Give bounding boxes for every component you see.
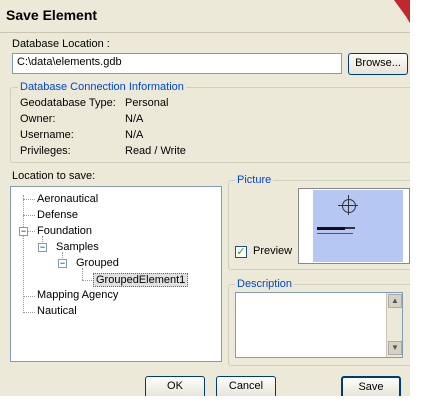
compass-rose-icon bbox=[342, 199, 356, 213]
tree-connector bbox=[23, 215, 35, 216]
geodatabase-type-value: Personal bbox=[125, 97, 169, 109]
tree-connector bbox=[82, 268, 83, 280]
tree-connector bbox=[28, 231, 35, 232]
tree-connector bbox=[23, 312, 35, 313]
scroll-down-icon[interactable]: ▼ bbox=[388, 341, 402, 355]
collapse-foundation-icon[interactable]: − bbox=[19, 227, 28, 236]
tree-node-defense[interactable]: Defense bbox=[37, 209, 78, 221]
tree-node-foundation[interactable]: Foundation bbox=[37, 225, 92, 237]
owner-label: Owner: bbox=[20, 113, 56, 125]
picture-preview bbox=[298, 188, 410, 264]
tree-connector bbox=[23, 296, 35, 297]
ok-button[interactable]: OK bbox=[145, 376, 205, 398]
save-button[interactable]: Save bbox=[341, 376, 401, 398]
database-path-field[interactable]: C:\data\elements.gdb bbox=[12, 53, 342, 74]
description-legend: Description bbox=[235, 278, 295, 290]
preview-label: Preview bbox=[253, 245, 293, 257]
scale-bar-icon bbox=[345, 227, 355, 229]
text-line-icon bbox=[317, 233, 353, 234]
geodatabase-type-label: Geodatabase Type: bbox=[20, 97, 116, 109]
database-location-label: Database Location : bbox=[12, 38, 110, 50]
tree-node-samples[interactable]: Samples bbox=[56, 241, 99, 253]
location-tree[interactable]: Aeronautical Defense − Foundation − Samp… bbox=[10, 186, 222, 362]
username-value: N/A bbox=[125, 129, 144, 141]
window-title: Save Element bbox=[6, 7, 98, 23]
compass-rose-icon bbox=[338, 205, 358, 206]
scroll-up-icon[interactable]: ▲ bbox=[388, 294, 402, 308]
preview-page bbox=[313, 190, 403, 262]
save-element-dialog: Save Element Database Location : C:\data… bbox=[0, 0, 412, 398]
connection-info-legend: Database Connection Information bbox=[18, 81, 186, 93]
title-bar[interactable]: Save Element bbox=[0, 0, 412, 33]
tree-node-aeronautical[interactable]: Aeronautical bbox=[37, 193, 98, 205]
privileges-label: Privileges: bbox=[20, 145, 71, 157]
owner-value: N/A bbox=[125, 113, 144, 125]
preview-checkbox[interactable]: ✓ bbox=[235, 246, 247, 258]
tree-node-mapping-agency[interactable]: Mapping Agency bbox=[37, 289, 118, 301]
torn-edge-right bbox=[410, 0, 430, 408]
privileges-value: Read / Write bbox=[125, 145, 186, 157]
tree-connector bbox=[82, 280, 92, 281]
browse-button[interactable]: Browse... bbox=[348, 53, 408, 75]
tree-node-grouped-element-1[interactable]: GroupedElement1 bbox=[93, 273, 189, 287]
torn-edge-bottom bbox=[0, 396, 430, 408]
location-label: Location to save: bbox=[12, 170, 96, 182]
tree-connector bbox=[23, 199, 35, 200]
description-textarea[interactable] bbox=[235, 292, 403, 358]
picture-legend: Picture bbox=[235, 174, 274, 186]
description-scrollbar[interactable]: ▲ ▼ bbox=[386, 293, 402, 357]
tree-node-nautical[interactable]: Nautical bbox=[37, 305, 77, 317]
collapse-samples-icon[interactable]: − bbox=[38, 243, 47, 252]
collapse-grouped-icon[interactable]: − bbox=[58, 259, 67, 268]
username-label: Username: bbox=[20, 129, 74, 141]
scale-bar-icon bbox=[317, 227, 345, 230]
cancel-button[interactable]: Cancel bbox=[216, 376, 276, 398]
tree-node-grouped[interactable]: Grouped bbox=[76, 257, 119, 269]
